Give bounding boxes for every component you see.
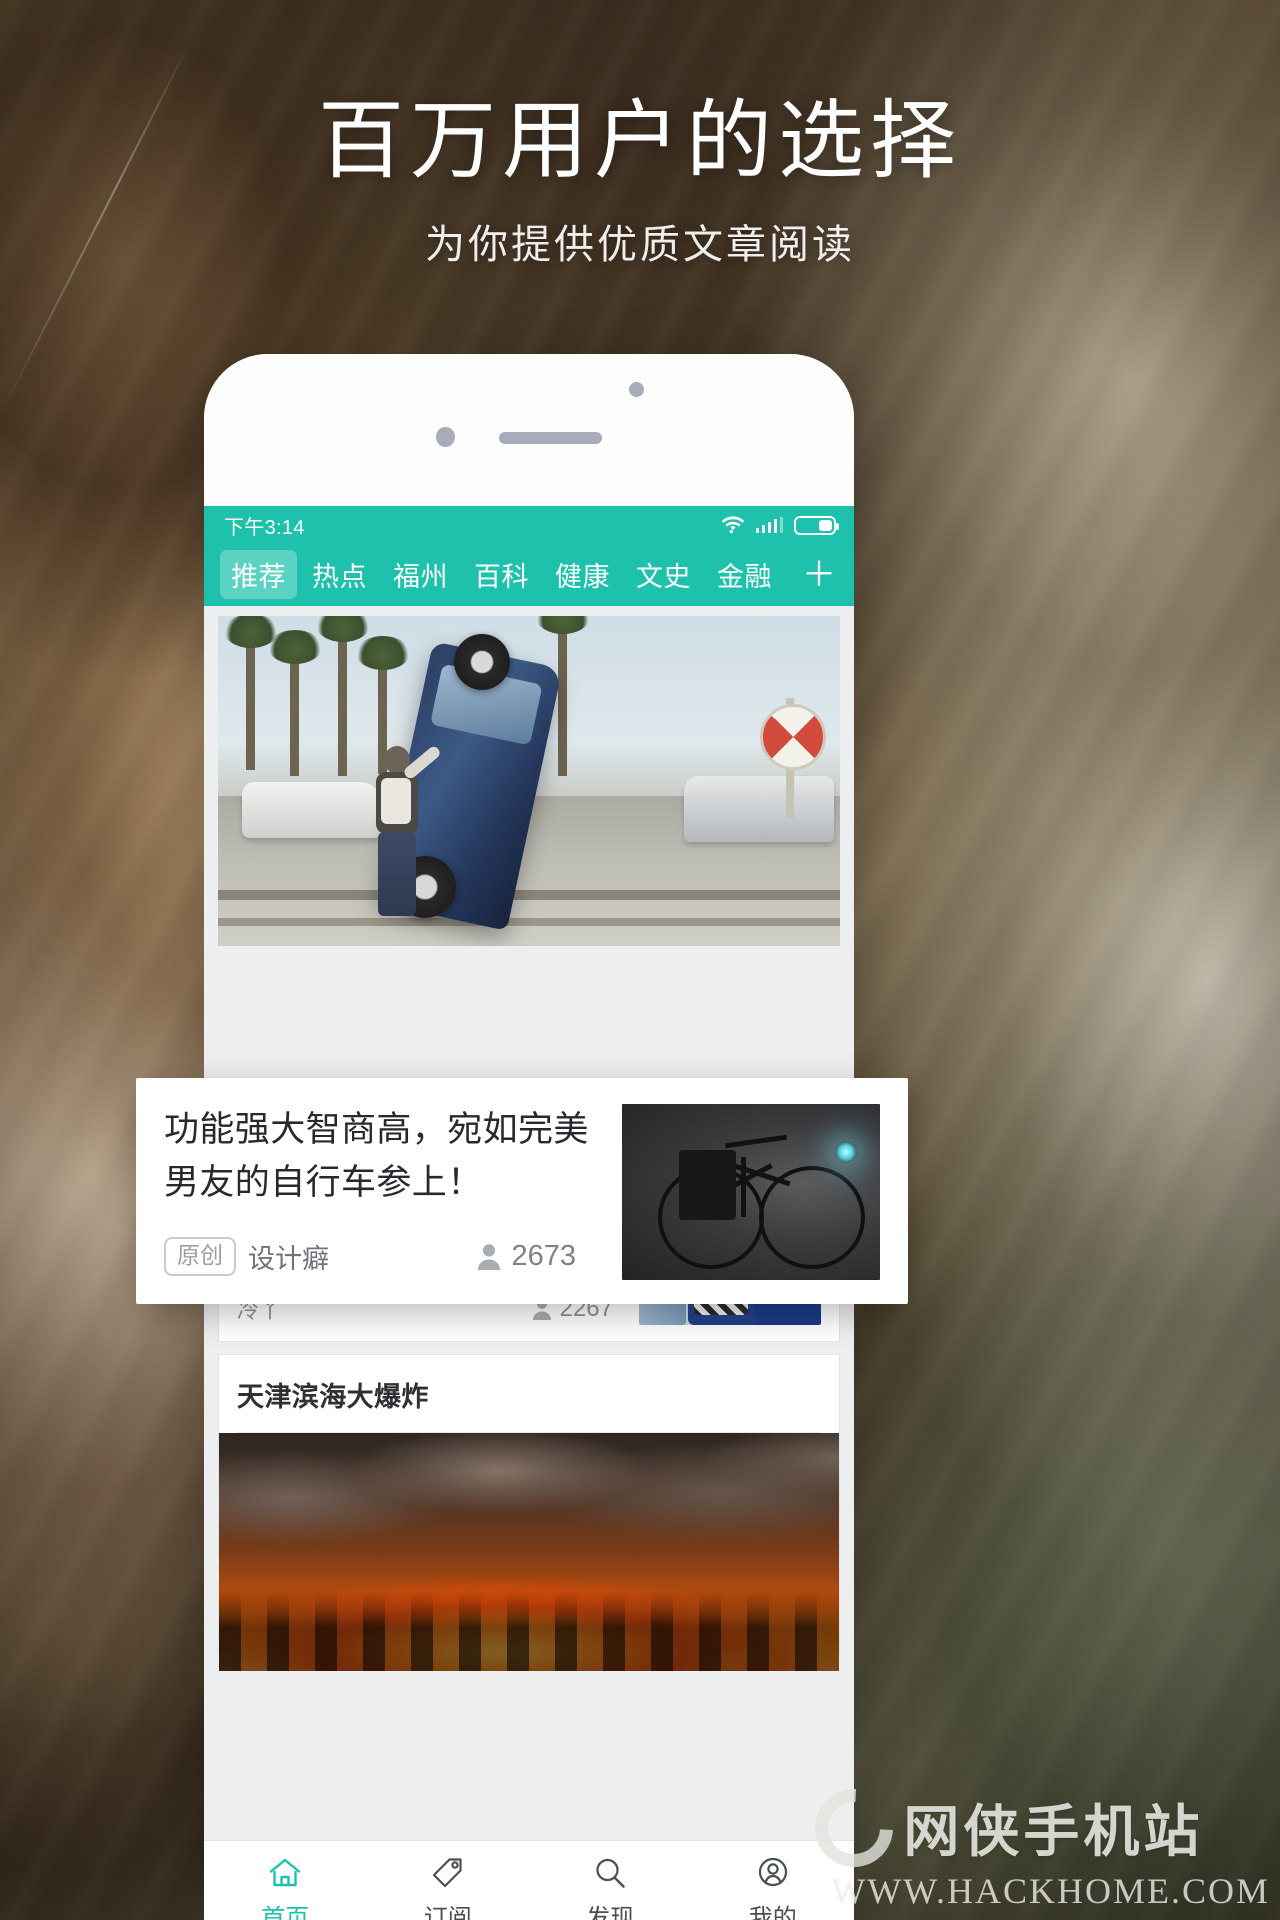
wifi-icon [721, 516, 744, 534]
earpiece-speaker [499, 432, 602, 444]
tab-finance[interactable]: 金融 [706, 550, 783, 599]
featured-thumbnail[interactable] [622, 1104, 880, 1280]
news-title: 天津滨海大爆炸 [237, 1382, 429, 1412]
featured-text-block: 功能强大智商高，宛如完美男友的自行车参上！ 原创 设计癖 2673 [164, 1104, 600, 1280]
nav-item-discover[interactable]: 发现 [529, 1857, 692, 1920]
promo-text-block: 百万用户的选择 为你提供优质文章阅读 [0, 96, 1280, 270]
tag-icon [432, 1858, 462, 1888]
search-icon [596, 1858, 625, 1888]
featured-article-source: 设计癖 [248, 1244, 329, 1274]
news-block[interactable]: 天津滨海大爆炸 [218, 1354, 840, 1671]
nav-item-subscribe[interactable]: 订阅 [367, 1857, 530, 1920]
battery-icon [794, 515, 839, 535]
tab-health[interactable]: 健康 [544, 550, 621, 599]
status-bar: 下午3:14 [204, 506, 854, 544]
phone-top-bezel [204, 354, 854, 506]
featured-view-count-value: 2673 [511, 1240, 576, 1272]
featured-article-card[interactable]: 功能强大智商高，宛如完美男友的自行车参上！ 原创 设计癖 2673 [136, 1078, 908, 1304]
featured-view-count: 2673 [478, 1240, 600, 1273]
featured-article-title: 功能强大智商高，宛如完美男友的自行车参上！ [164, 1110, 589, 1202]
tab-history[interactable]: 文史 [625, 550, 702, 599]
tab-encyclopedia[interactable]: 百科 [463, 550, 540, 599]
original-badge: 原创 [164, 1237, 236, 1276]
tab-recommend[interactable]: 推荐 [220, 550, 297, 599]
proximity-sensor-icon [436, 427, 455, 447]
category-tab-bar[interactable]: 推荐 热点 福州 百科 健康 文史 金融 ＋ [204, 544, 854, 606]
bottom-navigation[interactable]: 首页 订阅 发现 我的 [204, 1840, 854, 1920]
status-time: 下午3:14 [224, 516, 305, 539]
page-title: 百万用户的选择 [318, 93, 962, 189]
nav-item-home[interactable]: 首页 [204, 1857, 367, 1920]
nav-label-home: 首页 [261, 1905, 310, 1920]
person-icon [478, 1244, 501, 1270]
home-icon [270, 1858, 301, 1887]
tab-fuzhou[interactable]: 福州 [382, 550, 459, 599]
nav-item-profile[interactable]: 我的 [692, 1857, 855, 1920]
featured-article-meta: 原创 设计癖 2673 [164, 1237, 600, 1276]
status-icons [721, 515, 839, 535]
page-subtitle: 为你提供优质文章阅读 [425, 223, 855, 268]
add-category-button[interactable]: ＋ [796, 558, 846, 592]
nav-label-subscribe: 订阅 [423, 1905, 472, 1920]
user-icon [758, 1857, 787, 1887]
hero-article-image[interactable] [218, 616, 840, 946]
nav-label-discover: 发现 [586, 1905, 635, 1920]
front-camera-icon [629, 382, 644, 397]
nav-label-profile: 我的 [748, 1905, 797, 1920]
tab-hotspot[interactable]: 热点 [301, 550, 378, 599]
news-image[interactable] [219, 1433, 839, 1671]
cellular-signal-icon [755, 517, 783, 533]
